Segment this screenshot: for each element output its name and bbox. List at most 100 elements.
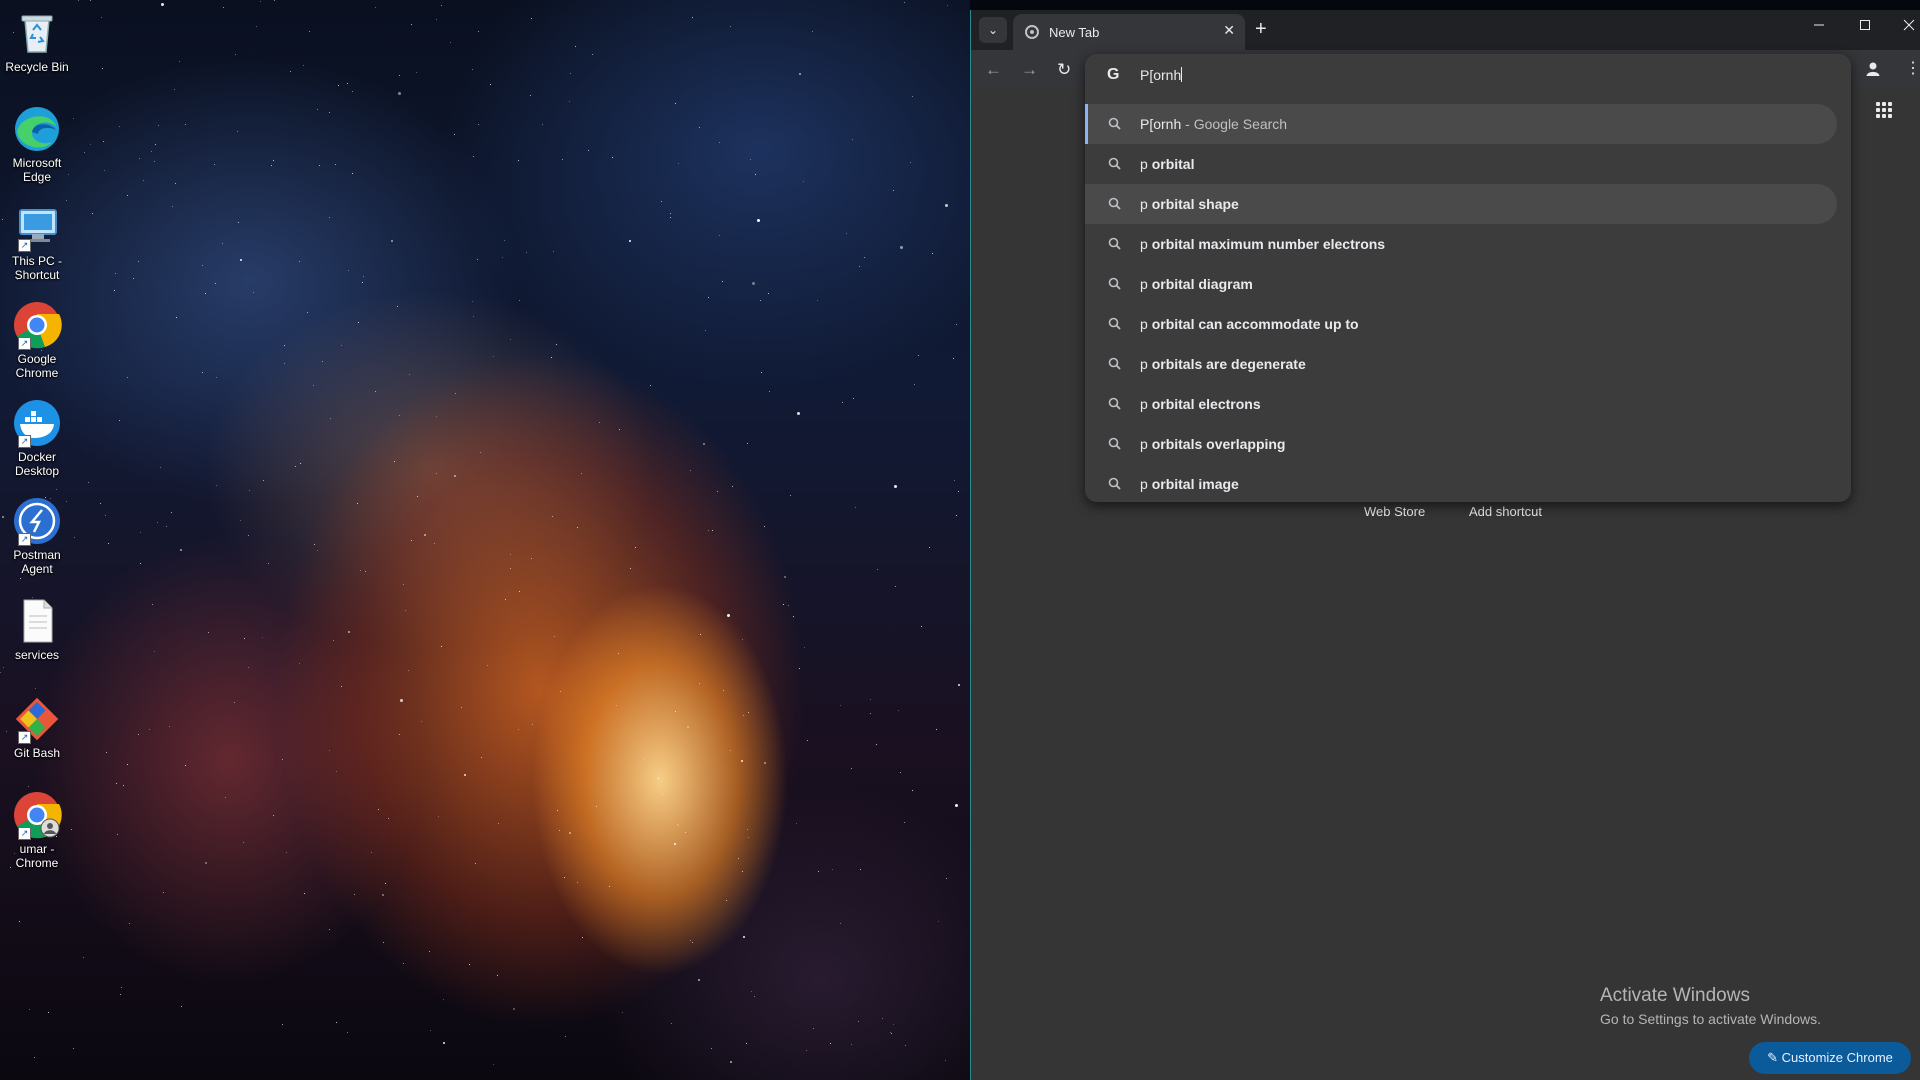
tab-close-icon[interactable]: ✕: [1223, 22, 1235, 39]
star: [898, 710, 899, 711]
desktop-icon-git-bash[interactable]: ↗ Git Bash: [4, 694, 70, 760]
star: [742, 639, 743, 640]
tab-search-button[interactable]: ⌄: [979, 17, 1007, 43]
address-bar[interactable]: G P[ornh: [1085, 54, 1851, 96]
star: [336, 771, 337, 772]
star: [273, 815, 274, 816]
omnibox-suggestion[interactable]: p orbital diagram: [1085, 264, 1837, 304]
desktop-icon-postman[interactable]: ↗ Postman Agent: [4, 496, 70, 576]
star: [748, 837, 749, 838]
star: [741, 760, 743, 762]
address-bar-input[interactable]: P[ornh: [1140, 67, 1183, 83]
star: [685, 832, 686, 833]
star: [531, 558, 532, 559]
star: [317, 550, 318, 551]
omnibox-suggestion[interactable]: p orbitals are degenerate: [1085, 344, 1837, 384]
star: [542, 124, 543, 125]
star: [202, 372, 203, 373]
customize-chrome-button[interactable]: ✎ Customize Chrome: [1749, 1042, 1911, 1074]
profile-button[interactable]: [1865, 61, 1881, 77]
desktop-icon-services[interactable]: services: [4, 596, 70, 662]
star: [398, 92, 401, 95]
star: [436, 19, 437, 20]
chrome-menu-button[interactable]: ⋮: [1905, 58, 1920, 78]
star: [719, 142, 720, 143]
omnibox-suggestion[interactable]: p orbital image: [1085, 464, 1837, 504]
forward-button[interactable]: →: [1021, 60, 1038, 80]
new-tab-button[interactable]: +: [1255, 18, 1267, 40]
star: [304, 893, 305, 894]
star: [565, 1036, 566, 1037]
reload-button[interactable]: ↻: [1057, 60, 1071, 80]
omnibox-suggestion[interactable]: p orbital can accommodate up to: [1085, 304, 1837, 344]
star: [253, 292, 254, 293]
star: [436, 416, 437, 417]
star: [260, 1, 261, 2]
omnibox-suggestion[interactable]: p orbital: [1085, 144, 1837, 184]
star: [237, 131, 238, 132]
star: [675, 711, 676, 712]
star: [797, 412, 800, 415]
star: [761, 372, 762, 373]
suggestion-prefix: P[ornh: [1140, 116, 1182, 132]
star: [498, 823, 499, 824]
star: [730, 750, 731, 751]
window-close-button[interactable]: [1903, 18, 1915, 35]
star: [717, 491, 718, 492]
star: [443, 1042, 445, 1044]
star: [743, 715, 744, 716]
star: [790, 495, 791, 496]
star: [202, 265, 203, 266]
star: [746, 1043, 747, 1044]
star: [383, 942, 384, 943]
omnibox-suggestion[interactable]: p orbital electrons: [1085, 384, 1837, 424]
tab-new-tab[interactable]: New Tab ✕: [1013, 14, 1245, 50]
desktop-wallpaper: [0, 0, 970, 1080]
star: [348, 631, 350, 633]
star: [274, 0, 275, 1]
star: [705, 330, 706, 331]
star: [799, 668, 800, 669]
omnibox-suggestion[interactable]: p orbital shape: [1085, 184, 1837, 224]
desktop-icon-google-chrome[interactable]: ↗ Google Chrome: [4, 300, 70, 380]
star: [472, 301, 473, 302]
star: [497, 975, 498, 976]
add-shortcut[interactable]: Add shortcut: [1469, 504, 1542, 519]
star: [806, 1050, 807, 1051]
desktop-icon-this-pc[interactable]: ↗ This PC - Shortcut: [4, 202, 70, 282]
back-button[interactable]: ←: [985, 60, 1002, 80]
search-icon: [1107, 156, 1123, 172]
star: [743, 936, 745, 938]
desktop-icon-docker[interactable]: ↗ Docker Desktop: [4, 398, 70, 478]
desktop-icon-recycle-bin[interactable]: Recycle Bin: [4, 8, 70, 74]
star: [502, 257, 503, 258]
star: [832, 869, 833, 870]
star: [348, 270, 349, 271]
web-store-shortcut[interactable]: Web Store: [1364, 504, 1425, 519]
desktop-icon-umar-chrome[interactable]: ↗ umar - Chrome: [4, 790, 70, 870]
star: [675, 103, 676, 104]
omnibox-suggestion[interactable]: p orbital maximum number electrons: [1085, 224, 1837, 264]
suggestion-prefix: p: [1140, 196, 1152, 212]
star: [755, 174, 756, 175]
star: [531, 18, 532, 19]
google-apps-icon[interactable]: [1876, 102, 1892, 118]
star: [127, 764, 128, 765]
omnibox-suggestion[interactable]: P[ornh - Google Search: [1085, 104, 1837, 144]
star: [670, 213, 671, 214]
omnibox-suggestion[interactable]: p orbitals overlapping: [1085, 424, 1837, 464]
star: [375, 7, 376, 8]
suggestion-prefix: p: [1140, 156, 1152, 172]
star: [338, 85, 339, 86]
star: [719, 235, 720, 236]
star: [609, 886, 610, 887]
maximize-button[interactable]: [1859, 18, 1871, 35]
star: [48, 1012, 49, 1013]
star: [599, 422, 600, 423]
desktop-icon-edge[interactable]: Microsoft Edge: [4, 104, 70, 184]
star: [307, 312, 308, 313]
star: [904, 822, 905, 823]
minimize-button[interactable]: [1813, 18, 1825, 35]
star: [138, 734, 139, 735]
chrome-icon: ↗: [12, 300, 62, 350]
